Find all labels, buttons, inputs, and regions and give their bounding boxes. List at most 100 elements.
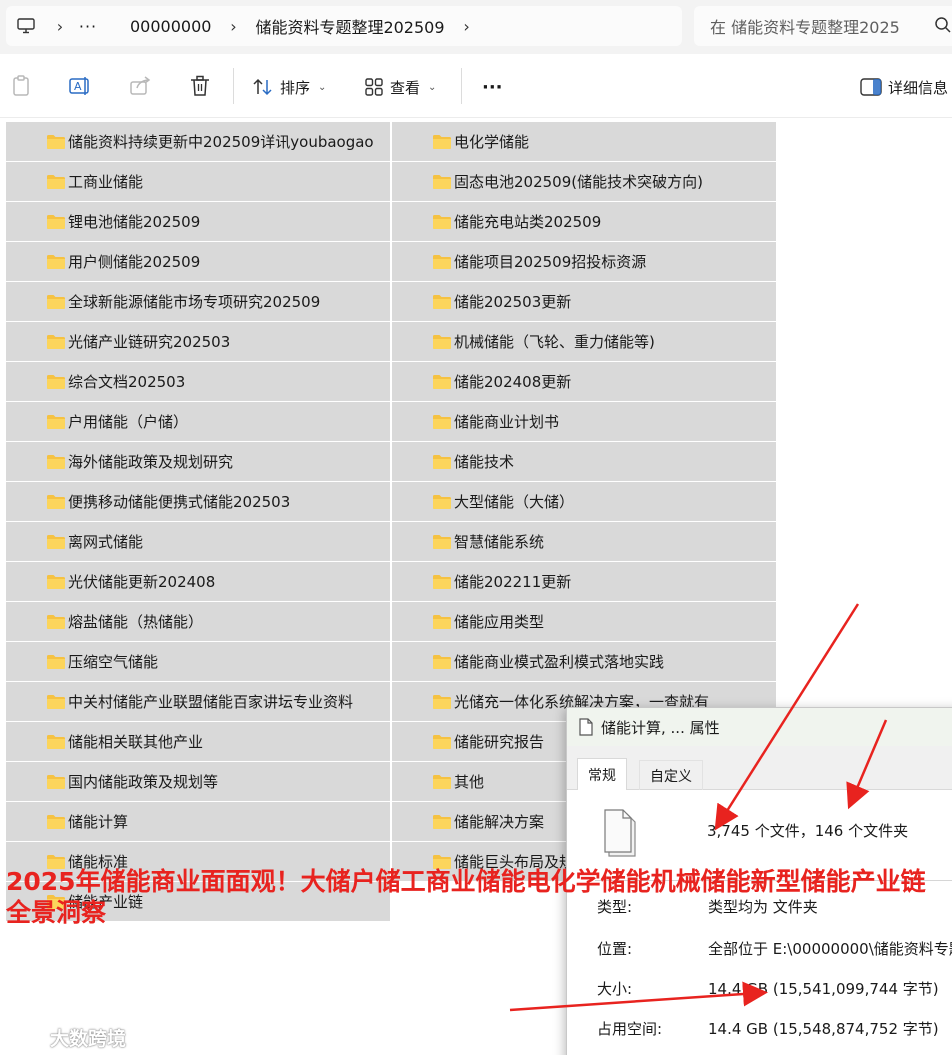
folder-icon <box>46 694 66 710</box>
folder-item[interactable]: 工商业储能 <box>6 162 390 201</box>
folder-item[interactable]: 智慧储能系统 <box>392 522 776 561</box>
folder-item[interactable]: 熔盐储能（热储能） <box>6 602 390 641</box>
breadcrumb-item-root[interactable]: 00000000 <box>122 17 219 36</box>
search-input[interactable]: 在 储能资料专题整理2025 <box>694 6 952 46</box>
folder-item[interactable]: 储能商业模式盈利模式落地实践 <box>392 642 776 681</box>
folder-name: 储能研究报告 <box>454 733 545 751</box>
folder-icon <box>432 254 452 270</box>
chevron-right-icon[interactable]: › <box>46 17 74 36</box>
folder-name: 电化学储能 <box>454 133 530 151</box>
folder-item[interactable]: 储能相关联其他产业 <box>6 722 390 761</box>
breadcrumb[interactable]: › ··· 00000000 › 储能资料专题整理202509 › <box>6 6 682 46</box>
folder-name: 储能计算 <box>68 813 129 831</box>
folder-icon <box>432 214 452 230</box>
folder-icon <box>432 374 452 390</box>
size-label: 大小: <box>597 980 633 998</box>
folder-icon <box>46 494 66 510</box>
folder-item[interactable]: 锂电池储能202509 <box>6 202 390 241</box>
chevron-down-icon: ⌄ <box>428 81 437 93</box>
watermark: 大数跨境 <box>10 1024 126 1051</box>
folder-icon <box>432 174 452 190</box>
folder-name: 大型储能（大储） <box>454 493 575 511</box>
folder-icon <box>46 734 66 750</box>
folder-item[interactable]: 机械储能（飞轮、重力储能等) <box>392 322 776 361</box>
folder-icon <box>432 494 452 510</box>
chevron-right-icon[interactable]: › <box>219 17 247 36</box>
folder-item[interactable]: 固态电池202509(储能技术突破方向) <box>392 162 776 201</box>
breadcrumb-overflow[interactable]: ··· <box>74 17 102 36</box>
address-bar: › ··· 00000000 › 储能资料专题整理202509 › 在 储能资料… <box>0 0 952 54</box>
folder-item[interactable]: 便携移动储能便携式储能202503 <box>6 482 390 521</box>
paste-icon[interactable] <box>9 74 33 98</box>
folder-item[interactable]: 储能资料持续更新中202509详讯youbaogao <box>6 122 390 161</box>
folder-icon <box>46 574 66 590</box>
folder-icon <box>46 654 66 670</box>
folder-icon <box>46 294 66 310</box>
folder-icon <box>432 654 452 670</box>
folder-name: 储能资料持续更新中202509详讯youbaogao <box>68 133 374 151</box>
folder-name: 海外储能政策及规划研究 <box>68 453 234 471</box>
disk-size-label: 占用空间: <box>597 1020 663 1038</box>
folder-item[interactable]: 储能商业计划书 <box>392 402 776 441</box>
search-icon[interactable] <box>934 16 952 38</box>
folder-icon <box>432 294 452 310</box>
this-pc-icon[interactable] <box>6 18 46 34</box>
folder-name: 储能相关联其他产业 <box>68 733 204 751</box>
folder-item[interactable]: 全球新能源储能市场专项研究202509 <box>6 282 390 321</box>
folder-name: 光储产业链研究202503 <box>68 333 231 351</box>
folder-icon <box>432 134 452 150</box>
dialog-title-bar[interactable]: 储能计算, ... 属性 <box>567 708 952 746</box>
folder-item[interactable]: 储能技术 <box>392 442 776 481</box>
folder-icon <box>46 254 66 270</box>
dialog-tabs: 常规 自定义 <box>567 746 952 791</box>
folder-item[interactable]: 海外储能政策及规划研究 <box>6 442 390 481</box>
folder-icon <box>432 414 452 430</box>
folder-name: 全球新能源储能市场专项研究202509 <box>68 293 321 311</box>
folder-item[interactable]: 储能202408更新 <box>392 362 776 401</box>
folder-item[interactable]: 户用储能（户储） <box>6 402 390 441</box>
view-label: 查看 <box>390 78 421 97</box>
breadcrumb-item-current[interactable]: 储能资料专题整理202509 <box>247 14 452 38</box>
folder-item[interactable]: 储能应用类型 <box>392 602 776 641</box>
delete-icon[interactable] <box>188 74 212 98</box>
folder-item[interactable]: 电化学储能 <box>392 122 776 161</box>
folder-name: 锂电池储能202509 <box>68 213 201 231</box>
folder-name: 工商业储能 <box>68 173 144 191</box>
folder-icon <box>432 614 452 630</box>
overlay-caption: 2025年储能商业面面观！大储户储工商业储能电化学储能机械储能新型储能产业链全景… <box>6 867 926 927</box>
sort-button[interactable]: 排序 ⌄ <box>252 74 326 100</box>
location-value: 全部位于 E:\00000000\储能资料专题 <box>708 940 952 958</box>
folder-icon <box>46 334 66 350</box>
tab-general[interactable]: 常规 <box>577 758 627 791</box>
folder-icon <box>432 814 452 830</box>
folder-item[interactable]: 用户侧储能202509 <box>6 242 390 281</box>
folder-item[interactable]: 离网式储能 <box>6 522 390 561</box>
rename-icon[interactable]: A <box>68 74 92 98</box>
chevron-right-icon[interactable]: › <box>453 17 481 36</box>
view-icon <box>365 78 383 96</box>
folder-item[interactable]: 大型储能（大储） <box>392 482 776 521</box>
folder-item[interactable]: 储能项目202509招投标资源 <box>392 242 776 281</box>
folder-item[interactable]: 储能202211更新 <box>392 562 776 601</box>
folder-item[interactable]: 光储产业链研究202503 <box>6 322 390 361</box>
share-icon[interactable] <box>128 74 152 98</box>
folder-item[interactable]: 压缩空气储能 <box>6 642 390 681</box>
more-options-button[interactable]: ··· <box>482 74 503 100</box>
folder-item[interactable]: 储能202503更新 <box>392 282 776 321</box>
folder-item[interactable]: 储能计算 <box>6 802 390 841</box>
folder-item[interactable]: 综合文档202503 <box>6 362 390 401</box>
details-pane-button[interactable]: 详细信息 <box>860 74 948 100</box>
folder-name: 综合文档202503 <box>68 373 186 391</box>
tab-custom[interactable]: 自定义 <box>639 760 703 791</box>
folder-item[interactable]: 国内储能政策及规划等 <box>6 762 390 801</box>
view-button[interactable]: 查看 ⌄ <box>364 74 436 100</box>
folder-item[interactable]: 光伏储能更新202408 <box>6 562 390 601</box>
folder-name: 储能应用类型 <box>454 613 545 631</box>
folder-name: 固态电池202509(储能技术突破方向) <box>454 173 703 191</box>
folder-item[interactable]: 储能充电站类202509 <box>392 202 776 241</box>
folder-name: 中关村储能产业联盟储能百家讲坛专业资料 <box>68 693 354 711</box>
sort-label: 排序 <box>280 78 311 97</box>
location-label: 位置: <box>597 940 633 958</box>
folder-icon <box>46 134 66 150</box>
folder-item[interactable]: 中关村储能产业联盟储能百家讲坛专业资料 <box>6 682 390 721</box>
